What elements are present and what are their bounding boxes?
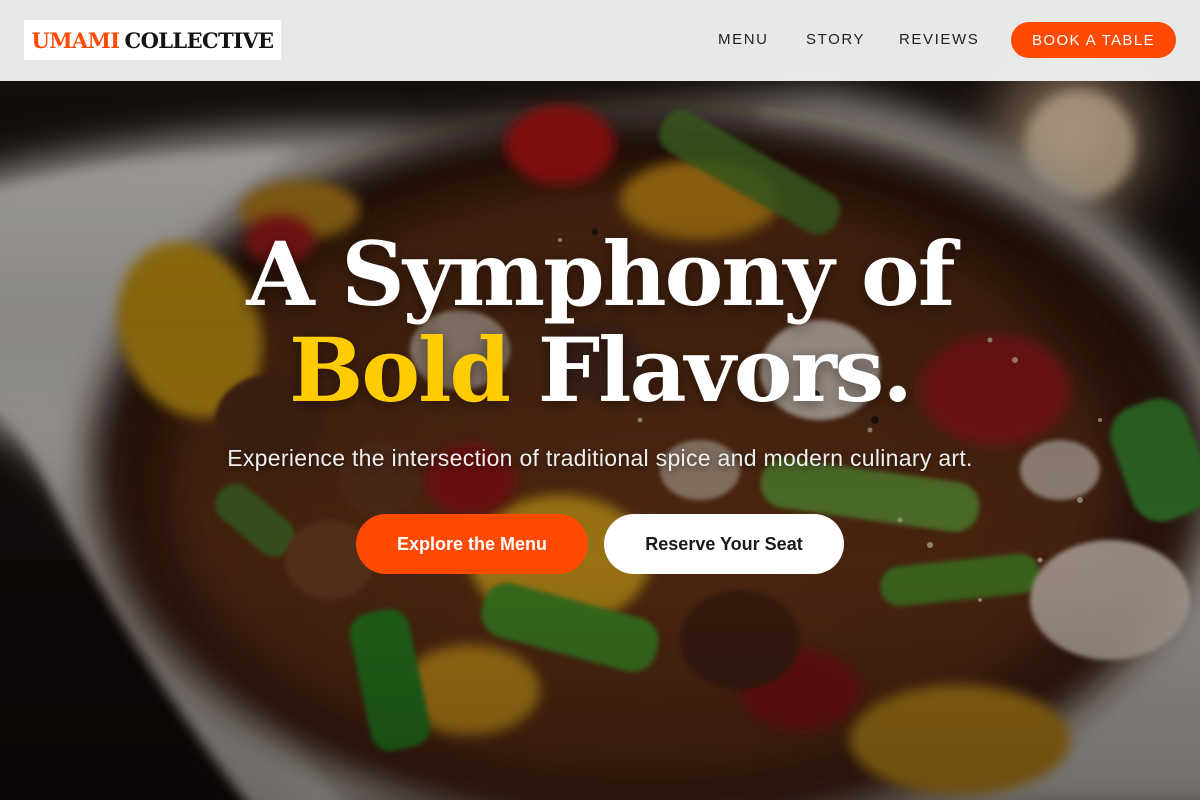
hero-headline-line-2: Bold Flavors. bbox=[0, 322, 1200, 418]
reserve-seat-button[interactable]: Reserve Your Seat bbox=[604, 514, 844, 574]
nav-link-menu[interactable]: MENU bbox=[718, 30, 769, 50]
hero-headline: A Symphony of Bold Flavors. bbox=[0, 226, 1200, 418]
brand-logo[interactable]: UMAMI COLLECTIVE bbox=[24, 20, 281, 60]
nav-link-story[interactable]: STORY bbox=[806, 30, 865, 50]
site-header: UMAMI COLLECTIVE MENU STORY REVIEWS BOOK… bbox=[0, 0, 1200, 81]
logo-accent-text: UMAMI bbox=[31, 27, 121, 53]
book-a-table-button[interactable]: BOOK A TABLE bbox=[1011, 22, 1176, 58]
hero-headline-line-1: A Symphony of bbox=[246, 222, 955, 326]
nav-link-reviews[interactable]: REVIEWS bbox=[899, 30, 979, 50]
explore-menu-button[interactable]: Explore the Menu bbox=[356, 514, 588, 574]
hero-headline-highlight: Bold bbox=[289, 318, 511, 422]
hero-subtitle: Experience the intersection of tradition… bbox=[227, 445, 973, 471]
hero-headline-line-2-rest: Flavors. bbox=[537, 318, 913, 422]
logo-main-text: COLLECTIVE bbox=[124, 27, 274, 53]
